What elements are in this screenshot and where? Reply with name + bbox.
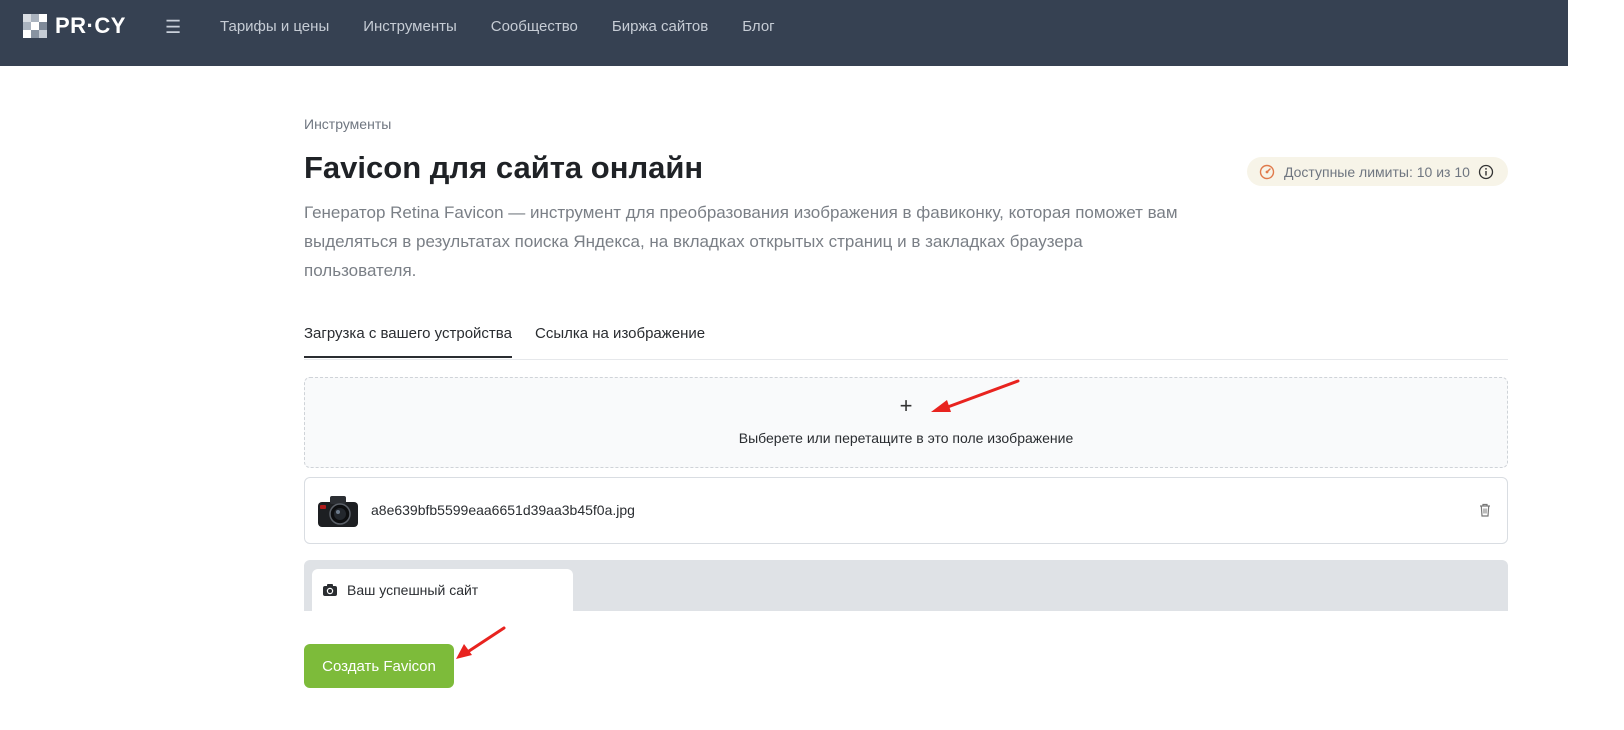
plus-icon: + (899, 393, 913, 418)
breadcrumb[interactable]: Инструменты (304, 116, 391, 132)
nav-item-tools[interactable]: Инструменты (363, 18, 457, 35)
logo-text: PR·CY (55, 13, 126, 38)
main-nav: Тарифы и цены Инструменты Сообщество Бир… (220, 18, 809, 35)
browser-tab-preview: Ваш успешный сайт (304, 560, 1508, 611)
upload-tabs: Загрузка с вашего устройства Ссылка на и… (304, 322, 1508, 360)
create-favicon-button[interactable]: Создать Favicon (304, 644, 454, 688)
limits-label: Доступные лимиты: 10 из 10 (1284, 163, 1470, 180)
camera-icon (323, 584, 337, 596)
logo-mark-icon (23, 14, 47, 38)
tab-upload-device[interactable]: Загрузка с вашего устройства (304, 325, 512, 358)
nav-item-community[interactable]: Сообщество (491, 18, 578, 35)
dropzone-hint: Выберете или перетащите в это поле изобр… (738, 430, 1074, 446)
limits-badge: Доступные лимиты: 10 из 10 (1247, 157, 1508, 186)
site-logo[interactable]: PR·CY (23, 13, 126, 38)
page-title: Favicon для сайта онлайн (304, 150, 704, 185)
nav-item-blog[interactable]: Блог (742, 18, 774, 35)
annotation-arrow-button (456, 626, 506, 659)
hamburger-menu-icon[interactable]: ☰ (165, 18, 181, 36)
preview-tab-title: Ваш успешный сайт (347, 582, 479, 598)
trash-icon[interactable] (1477, 502, 1493, 518)
page-edge (1568, 0, 1624, 730)
page-description: Генератор Retina Favicon — инструмент дл… (304, 203, 1178, 280)
nav-item-pricing[interactable]: Тарифы и цены (220, 18, 329, 35)
upload-dropzone[interactable]: + Выберете или перетащите в это поле изо… (304, 377, 1508, 468)
tab-image-link[interactable]: Ссылка на изображение (535, 325, 705, 356)
top-navigation-bar: PR·CY ☰ Тарифы и цены Инструменты Сообще… (0, 0, 1568, 66)
preview-browser-tab: Ваш успешный сайт (312, 569, 573, 611)
camera-photo-thumbnail (318, 496, 358, 527)
uploaded-file-row: a8e639bfb5599eaa6651d39aa3b45f0a.jpg (304, 477, 1508, 544)
nav-item-site-exchange[interactable]: Биржа сайтов (612, 18, 708, 35)
info-icon[interactable] (1478, 164, 1494, 180)
gauge-icon (1259, 164, 1275, 179)
file-name: a8e639bfb5599eaa6651d39aa3b45f0a.jpg (371, 502, 635, 518)
